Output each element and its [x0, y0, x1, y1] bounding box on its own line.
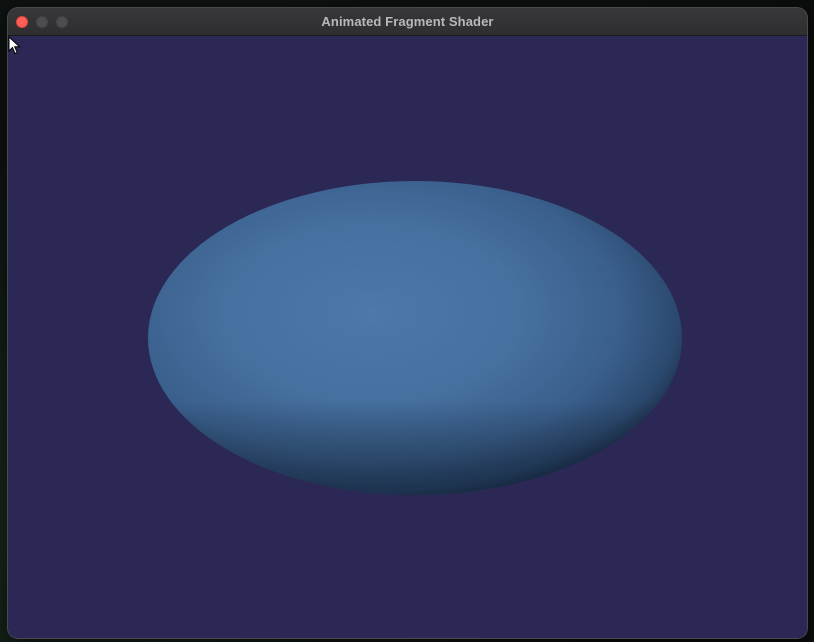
app-window: Animated Fragment Shader [8, 8, 807, 638]
window-title: Animated Fragment Shader [321, 14, 494, 29]
mouse-pointer-icon [8, 36, 21, 55]
shader-render [148, 181, 682, 495]
window-titlebar[interactable]: Animated Fragment Shader [8, 8, 807, 36]
ellipse-shadow-overlay [148, 181, 682, 495]
shader-canvas[interactable] [8, 36, 807, 638]
